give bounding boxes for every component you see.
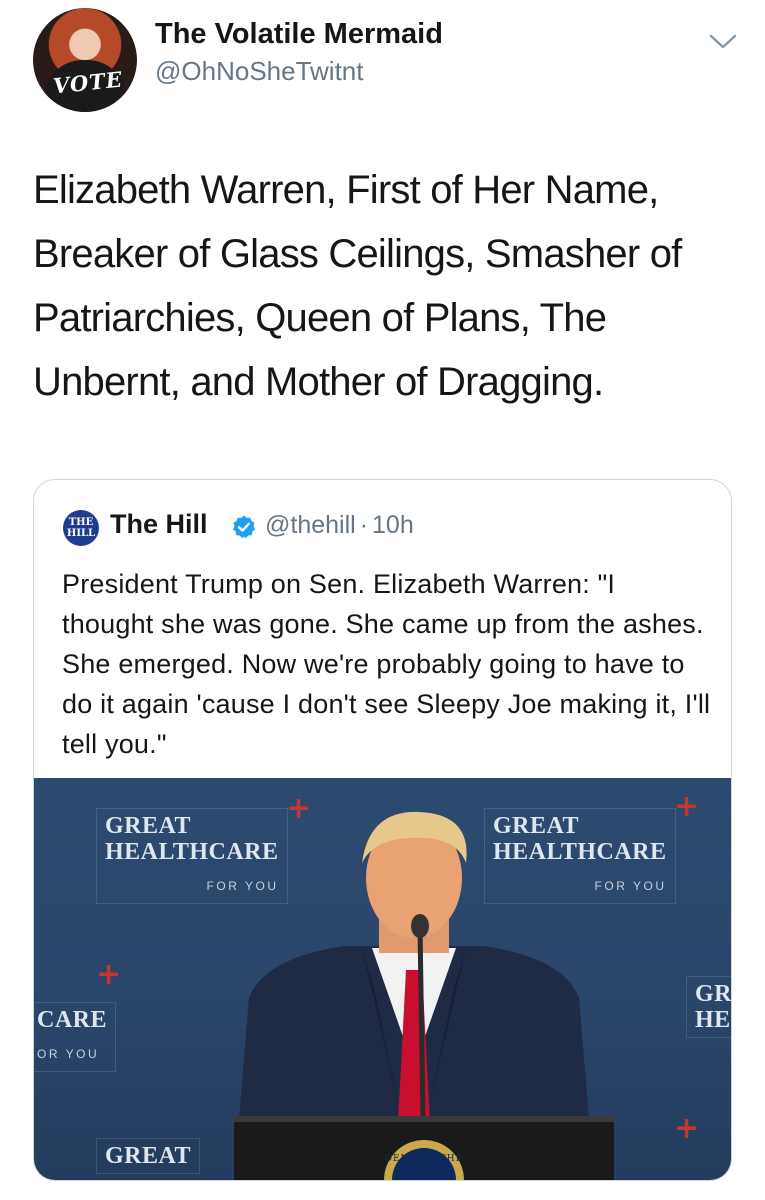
- author-handle[interactable]: @OhNoSheTwitnt: [155, 56, 363, 87]
- verified-badge-icon: [232, 515, 256, 539]
- quoted-meta: @thehill · 10h: [265, 511, 414, 540]
- banner-line: GR: [695, 981, 731, 1007]
- tweet-header: VOTE The Volatile Mermaid @OhNoSheTwitnt: [0, 0, 765, 120]
- banner-line: GREAT: [105, 813, 192, 839]
- chevron-down-icon[interactable]: [706, 26, 740, 56]
- backdrop-banner: GR HE: [686, 976, 731, 1038]
- podium: [234, 1116, 614, 1180]
- banner-line: GREAT: [105, 1143, 192, 1169]
- quoted-avatar[interactable]: THE HILL: [63, 510, 99, 546]
- backdrop-banner: GREAT: [96, 1138, 201, 1174]
- meta-separator: ·: [359, 511, 369, 539]
- banner-line: CARE: [37, 1007, 108, 1033]
- avatar[interactable]: VOTE: [33, 8, 137, 112]
- red-cross-icon: +: [674, 1111, 700, 1146]
- quoted-logo-text: THE HILL: [66, 517, 96, 539]
- quoted-display-name[interactable]: The Hill: [110, 509, 208, 540]
- quoted-handle[interactable]: @thehill: [265, 511, 356, 539]
- banner-subline: OR YOU: [37, 1047, 100, 1061]
- tweet-text: Elizabeth Warren, First of Her Name, Bre…: [33, 168, 682, 404]
- backdrop-banner: CARE OR YOU: [34, 1002, 117, 1072]
- author-display-name[interactable]: The Volatile Mermaid: [155, 18, 443, 51]
- podium-seal-text: DENT OF THE: [384, 1154, 464, 1164]
- red-cross-icon: +: [674, 789, 700, 824]
- red-cross-icon: +: [96, 957, 122, 992]
- quoted-timestamp[interactable]: 10h: [372, 511, 414, 539]
- banner-line: HE: [695, 1007, 731, 1033]
- quoted-tweet-text: President Trump on Sen. Elizabeth Warren…: [62, 569, 711, 759]
- quoted-media-image[interactable]: GREAT HEALTHCARE FOR YOU GREAT HEALTHCAR…: [34, 778, 731, 1180]
- quoted-tweet-card[interactable]: THE HILL The Hill @thehill · 10h President…: [33, 479, 732, 1181]
